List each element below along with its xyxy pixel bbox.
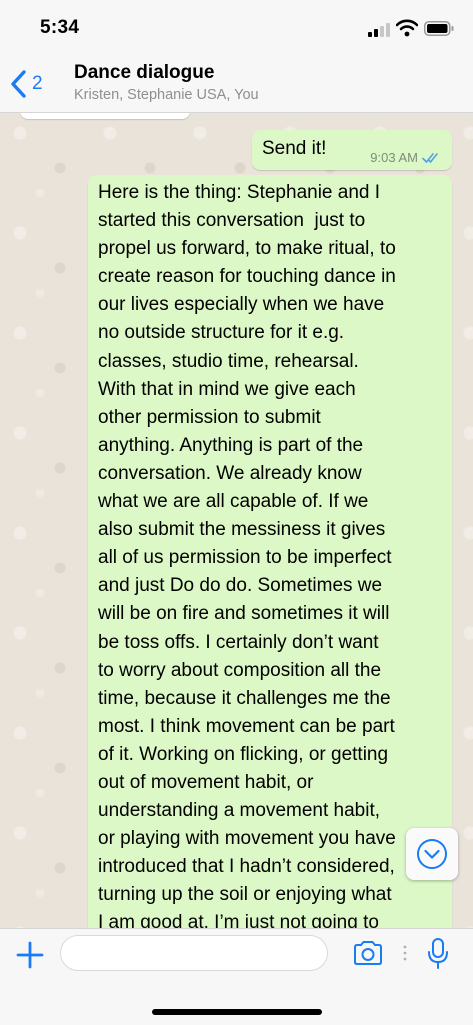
message-input-bar (0, 928, 473, 1025)
message-meta: 9:03 AM (370, 150, 442, 165)
signal-icon (368, 23, 392, 37)
message-text: Here is the thing: Stephanie and I start… (98, 182, 396, 928)
message-text: Send it! (262, 138, 327, 159)
status-time: 5:34 (40, 17, 80, 38)
wifi-icon (396, 19, 418, 37)
camera-icon[interactable] (352, 939, 384, 967)
outgoing-message-bubble[interactable]: Here is the thing: Stephanie and I start… (88, 175, 452, 928)
chat-participants[interactable]: Kristen, Stephanie USA, You (74, 87, 259, 103)
chevron-down-circle-icon (417, 839, 447, 869)
message-input[interactable] (60, 935, 328, 971)
plus-icon[interactable] (14, 939, 46, 971)
chat-title[interactable]: Dance dialogue (74, 62, 214, 84)
read-ticks-icon (422, 152, 438, 163)
scroll-to-bottom-button[interactable] (406, 828, 458, 880)
battery-icon (424, 21, 454, 36)
divider-dots (403, 945, 407, 961)
chat-messages-area[interactable]: Send it! 9:03 AM Here is the thing: Step… (0, 113, 473, 928)
chat-header: 2 Dance dialogue Kristen, Stephanie USA,… (0, 56, 473, 113)
status-bar: 5:34 (0, 0, 473, 56)
outgoing-message-bubble[interactable]: Send it! 9:03 AM (252, 130, 452, 170)
back-chevron-icon (11, 70, 26, 98)
previous-message-bubble (20, 113, 190, 119)
microphone-icon[interactable] (426, 937, 450, 971)
home-indicator (152, 1009, 322, 1015)
back-button[interactable]: 2 (8, 66, 54, 102)
unread-count: 2 (32, 73, 43, 94)
message-time: 9:03 AM (370, 150, 418, 165)
